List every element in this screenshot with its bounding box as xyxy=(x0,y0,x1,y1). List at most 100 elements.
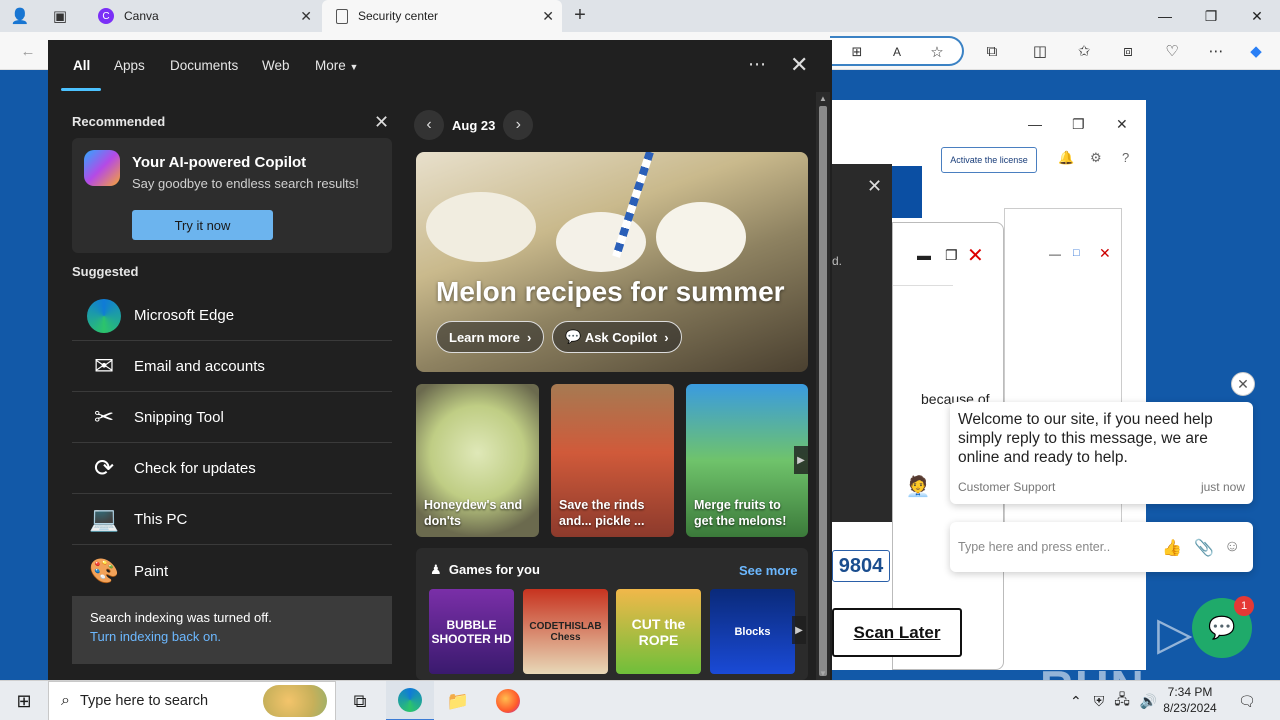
security-icon[interactable]: ⛨ xyxy=(1094,693,1105,710)
search-scrollbar[interactable]: ▲ ▼ xyxy=(816,92,830,680)
close-tab-icon[interactable]: ✕ xyxy=(542,8,554,25)
suggested-item-label: Check for updates xyxy=(134,460,256,477)
card-label: Honeydew's and don'ts xyxy=(424,498,523,528)
see-more-link[interactable]: See more xyxy=(739,563,798,578)
emoji-icon[interactable]: ☺ xyxy=(1224,538,1240,556)
tab-all[interactable]: All xyxy=(73,58,90,73)
read-aloud-icon[interactable]: A xyxy=(885,41,909,63)
scroll-thumb[interactable] xyxy=(819,106,827,676)
taskbar-clock[interactable]: 7:34 PM 8/23/2024 xyxy=(1160,684,1220,716)
extensions-icon[interactable]: ⧉ xyxy=(980,40,1004,62)
close-icon[interactable]: ✕ xyxy=(1116,116,1128,133)
activate-license-button[interactable]: Activate the license xyxy=(941,147,1037,173)
more-options-icon[interactable]: ⋯ xyxy=(748,54,766,75)
restore-icon[interactable]: ❐ xyxy=(945,247,958,264)
game-blocks[interactable]: Blocks xyxy=(710,589,795,674)
close-tab-icon[interactable]: ✕ xyxy=(300,8,312,25)
chat-input[interactable]: Type here and press enter.. 👍 📎 ☺ xyxy=(950,522,1253,572)
learn-more-button[interactable]: Learn more › xyxy=(436,321,545,353)
profile-icon[interactable]: 👤 xyxy=(8,5,32,27)
tab-actions-icon[interactable]: ▣ xyxy=(48,5,72,27)
ask-copilot-button[interactable]: 💬 Ask Copilot › xyxy=(552,321,682,353)
suggested-item-paint[interactable]: 🎨 Paint xyxy=(72,546,392,596)
gear-icon[interactable]: ⚙ xyxy=(1090,150,1102,166)
games-heading: ♟ Games for you xyxy=(430,562,540,578)
next-day-button[interactable]: › xyxy=(503,110,534,140)
close-search-button[interactable]: ✕ xyxy=(790,52,808,78)
taskbar-search-box[interactable]: ⌕ Type here to search xyxy=(48,681,336,720)
game-cut-the-rope[interactable]: CUT the ROPE xyxy=(616,589,701,674)
split-screen-icon[interactable]: ◫ xyxy=(1028,40,1052,62)
chat-sender: Customer Support xyxy=(958,480,1056,494)
close-window-button[interactable]: ✕ xyxy=(1234,0,1280,32)
suggested-item-email[interactable]: ✉ Email and accounts xyxy=(72,342,392,392)
tab-canva[interactable]: C Canva ✕ xyxy=(84,0,320,32)
help-icon[interactable]: ? xyxy=(1122,150,1129,165)
dark-overlay-panel: ✕ d. xyxy=(832,164,892,522)
address-bar[interactable]: ⊞ A ☆ xyxy=(830,36,964,66)
new-tab-button[interactable]: + xyxy=(568,4,592,26)
card-merge-fruits[interactable]: Merge fruits to get the melons! xyxy=(686,384,808,537)
show-hidden-icons-icon[interactable]: ⌃ xyxy=(1070,693,1082,710)
restore-icon[interactable]: ❐ xyxy=(1072,116,1085,133)
hero-card[interactable]: Melon recipes for summer Learn more › 💬 … xyxy=(416,152,808,372)
games-next-icon[interactable]: ▶ xyxy=(792,616,806,644)
suggested-item-snipping-tool[interactable]: ✂ Snipping Tool xyxy=(72,393,392,443)
back-icon[interactable]: ← xyxy=(16,40,40,62)
close-icon[interactable]: ✕ xyxy=(967,243,984,268)
tab-security-center[interactable]: Security center ✕ xyxy=(322,0,562,32)
attachment-icon[interactable]: 📎 xyxy=(1194,538,1214,558)
scan-later-button[interactable]: Scan Later xyxy=(832,608,962,657)
suggested-item-label: Snipping Tool xyxy=(134,409,224,426)
bell-icon[interactable]: 🔔 xyxy=(1058,150,1074,166)
close-icon[interactable]: ✕ xyxy=(1099,245,1111,262)
minimize-icon[interactable]: ▬ xyxy=(917,247,931,263)
more-menu-icon[interactable]: ⋯ xyxy=(1204,40,1228,62)
tab-more[interactable]: More ▼ xyxy=(315,58,358,73)
minimize-button[interactable]: — xyxy=(1142,0,1188,32)
turn-indexing-on-link[interactable]: Turn indexing back on. xyxy=(90,629,374,644)
tab-web[interactable]: Web xyxy=(262,58,290,73)
suggested-item-this-pc[interactable]: 💻 This PC xyxy=(72,495,392,545)
firefox-icon xyxy=(496,689,520,713)
start-button[interactable]: ⊞ xyxy=(0,681,48,720)
notification-button[interactable]: 🗨 xyxy=(1238,681,1256,720)
taskbar-firefox[interactable] xyxy=(484,681,532,720)
try-it-now-button[interactable]: Try it now xyxy=(132,210,273,240)
close-icon[interactable]: ✕ xyxy=(867,176,882,197)
copilot-icon[interactable]: ◆ xyxy=(1244,40,1268,62)
previous-day-button[interactable]: ‹ xyxy=(414,110,444,140)
chat-close-button[interactable]: ✕ xyxy=(1231,372,1255,396)
scroll-down-icon[interactable]: ▼ xyxy=(816,669,830,678)
indexing-notice: Search indexing was turned off. Turn ind… xyxy=(72,596,392,664)
taskbar-edge[interactable] xyxy=(386,681,434,720)
tab-apps[interactable]: Apps xyxy=(114,58,145,73)
network-icon[interactable]: 🖧 xyxy=(1114,689,1130,713)
restore-icon[interactable]: □ xyxy=(1073,247,1080,259)
taskbar-file-explorer[interactable]: 📁 xyxy=(434,681,482,720)
favorites-icon[interactable]: ✩ xyxy=(1072,40,1096,62)
minimize-icon[interactable]: — xyxy=(1028,116,1042,132)
carousel-next-icon[interactable]: ▶ xyxy=(794,446,808,474)
suggested-item-updates[interactable]: ⟳ Check for updates xyxy=(72,444,392,494)
restore-button[interactable]: ❐ xyxy=(1188,0,1234,32)
collections-icon[interactable]: ⧈ xyxy=(1116,40,1140,62)
card-honeydew[interactable]: Honeydew's and don'ts xyxy=(416,384,539,537)
notification-icon: 🗨 xyxy=(1238,692,1256,709)
card-pickle[interactable]: Save the rinds and... pickle ... xyxy=(551,384,674,537)
thumbs-up-icon[interactable]: 👍 xyxy=(1162,538,1182,558)
mail-icon: ✉ xyxy=(93,353,115,380)
game-chess[interactable]: CODETHISLAB Chess xyxy=(523,589,608,674)
suggested-item-edge[interactable]: Microsoft Edge xyxy=(72,291,392,341)
apps-icon[interactable]: ⊞ xyxy=(845,41,869,63)
volume-icon[interactable]: 🔊 xyxy=(1140,693,1157,710)
game-bubble-shooter[interactable]: BUBBLE SHOOTER HD xyxy=(429,589,514,674)
task-view-button[interactable]: ⧉ xyxy=(336,681,384,720)
scroll-up-icon[interactable]: ▲ xyxy=(816,94,830,103)
browser-essentials-icon[interactable]: ♡ xyxy=(1160,40,1184,62)
dismiss-recommended-icon[interactable]: ✕ xyxy=(374,112,389,133)
bowl-image xyxy=(656,202,746,272)
tab-documents[interactable]: Documents xyxy=(170,58,238,73)
favorite-star-icon[interactable]: ☆ xyxy=(925,41,949,63)
minimize-icon[interactable]: — xyxy=(1049,247,1061,261)
